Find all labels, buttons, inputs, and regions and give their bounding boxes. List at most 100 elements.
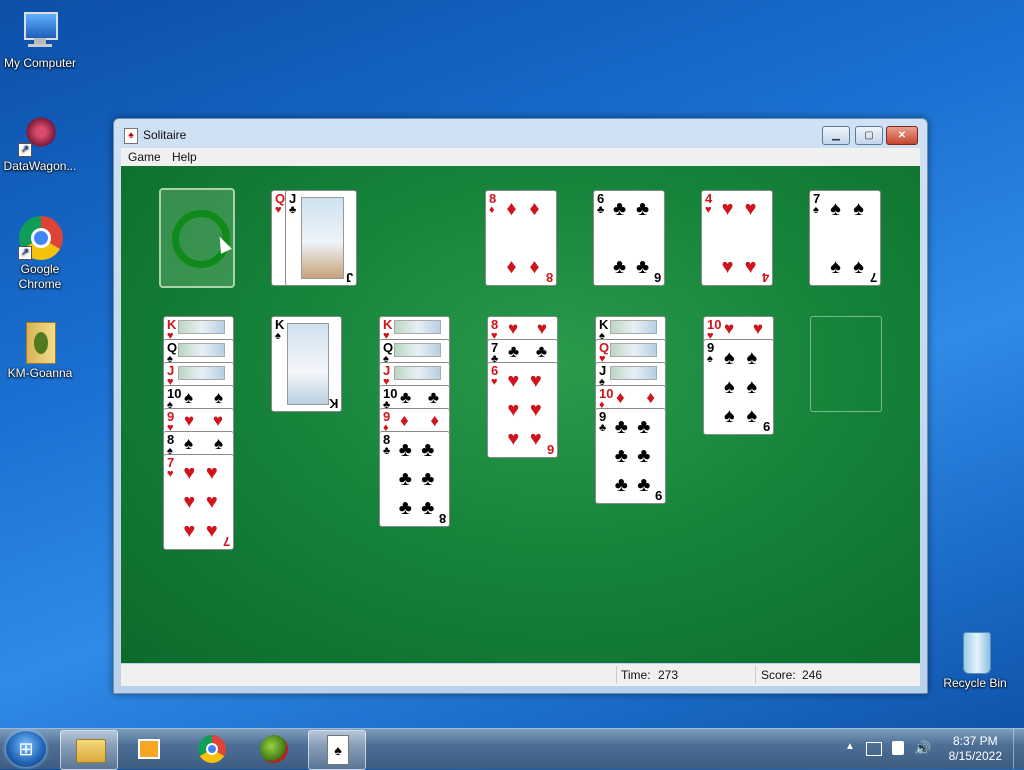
- desktop-icon-recycle-bin[interactable]: Recycle Bin: [935, 630, 1015, 691]
- card-rank-bottom: 7: [869, 270, 877, 285]
- taskbar-chrome[interactable]: [184, 730, 240, 768]
- card-top-pips: ♥ ♥: [724, 319, 763, 338]
- time-value: 273: [658, 668, 679, 682]
- title-bar[interactable]: ♠ Solitaire ▁ ▢ ✕: [114, 119, 927, 149]
- action-center-icon[interactable]: [892, 741, 904, 755]
- volume-icon[interactable]: 🔊: [914, 740, 931, 757]
- card-pips: ♣ ♣ ♣ ♣ ♣ ♣: [614, 416, 651, 496]
- card-rank-bottom: 8: [545, 270, 553, 285]
- desktop-icon-label: KM-Goanna: [7, 366, 73, 380]
- card-rank-bottom: 4: [761, 270, 769, 285]
- clock[interactable]: 8:37 PM 8/15/2022: [949, 734, 1002, 764]
- goanna-icon: [260, 735, 288, 763]
- foundation-pile-2[interactable]: 6 ♣ ♣ ♣ ♣ ♣ 6: [593, 190, 665, 286]
- card-suit: ♣: [597, 204, 605, 216]
- clock-date: 8/15/2022: [948, 749, 1002, 763]
- foundation-pile-3[interactable]: 4 ♥ ♥ ♥ ♥ ♥ 4: [701, 190, 773, 286]
- window-title: Solitaire: [143, 128, 187, 142]
- desktop-icon-google-chrome[interactable]: ↗ Google Chrome: [0, 216, 80, 292]
- tableau-card[interactable]: 7 ♥ ♥ ♥ ♥ ♥ ♥ ♥ 7: [163, 454, 234, 550]
- waste-card-jack[interactable]: J ♣ J: [285, 190, 357, 286]
- clock-time: 8:37 PM: [952, 734, 998, 748]
- card-pips: ♥ ♥ ♥ ♥ ♥ ♥: [183, 462, 218, 542]
- card-rank-bottom: 7: [222, 534, 230, 549]
- card-top-pips: ♦ ♦: [616, 388, 655, 407]
- card-rank-bottom: 8: [438, 511, 446, 526]
- card-pips: ♣ ♣ ♣ ♣: [612, 198, 650, 278]
- desktop-icon-datawagon[interactable]: ↗ DataWagon...: [0, 113, 80, 174]
- card-suit: ♣: [383, 445, 391, 457]
- face-art-strip: [394, 366, 441, 380]
- chrome-icon: ↗: [18, 216, 63, 260]
- solitaire-app-icon: ♠: [124, 128, 138, 144]
- media-player-icon: [138, 739, 160, 759]
- card-top-pips: ♣ ♣: [400, 388, 439, 407]
- card-rank-bottom: K: [328, 396, 338, 411]
- card-top-pips: ♥ ♥: [508, 319, 547, 338]
- desktop-icon-label: My Computer: [3, 56, 77, 70]
- face-art-strip: [178, 343, 225, 357]
- desktop-icon-label: DataWagon...: [3, 159, 77, 173]
- taskbar-media-player[interactable]: [122, 730, 178, 768]
- card-top-pips: ♥ ♥: [184, 411, 223, 430]
- network-icon[interactable]: [866, 742, 882, 756]
- card-top-pips: ♣ ♣: [508, 342, 547, 361]
- desktop-icon-km-goanna[interactable]: KM-Goanna: [0, 320, 80, 381]
- solitaire-window: ♠ Solitaire ▁ ▢ ✕ Game Help Q ♥ J ♣ J 8 …: [113, 118, 928, 694]
- taskbar-solitaire[interactable]: ♠: [308, 730, 366, 770]
- close-button[interactable]: ✕: [886, 126, 918, 145]
- card-suit: ♠: [707, 353, 713, 365]
- computer-icon: [18, 10, 62, 54]
- face-card-art: [287, 323, 329, 405]
- face-art-strip: [178, 320, 225, 334]
- card-rank-bottom: 9: [762, 419, 770, 434]
- taskbar-goanna[interactable]: [246, 730, 302, 768]
- face-art-strip: [610, 366, 657, 380]
- card-suit: ♠: [813, 204, 819, 216]
- card-suit: ♥: [167, 468, 174, 480]
- tableau-card[interactable]: 9 ♠ ♠ ♠ ♠ ♠ ♠ ♠ 9: [703, 339, 774, 435]
- card-pips: ♣ ♣ ♣ ♣ ♣ ♣: [398, 439, 435, 519]
- tableau-card[interactable]: K ♠ K: [271, 316, 342, 412]
- menu-help[interactable]: Help: [172, 150, 197, 164]
- face-art-strip: [178, 366, 225, 380]
- tableau-card[interactable]: 8 ♣ ♣ ♣ ♣ ♣ ♣ ♣ 8: [379, 431, 450, 527]
- score-value: 246: [802, 668, 823, 682]
- menu-game[interactable]: Game: [128, 150, 161, 164]
- desktop-icon-label: Recycle Bin: [943, 676, 1007, 690]
- desktop-icon-my-computer[interactable]: My Computer: [0, 10, 80, 71]
- card-pips: ♠ ♠ ♠ ♠: [830, 198, 864, 278]
- show-desktop-button[interactable]: [1013, 729, 1024, 769]
- foundation-pile-1[interactable]: 8 ♦ ♦ ♦ ♦ ♦ 8: [485, 190, 557, 286]
- card-pips: ♠ ♠ ♠ ♠ ♠ ♠: [723, 347, 758, 427]
- explorer-icon: [76, 739, 106, 763]
- card-suit: ♥: [491, 376, 498, 388]
- face-art-strip: [394, 320, 441, 334]
- card-pips: ♦ ♦ ♦ ♦: [506, 198, 540, 278]
- start-button[interactable]: ⊞: [6, 731, 46, 767]
- tableau-card[interactable]: 9 ♣ ♣ ♣ ♣ ♣ ♣ ♣ 9: [595, 408, 666, 504]
- tray-show-hidden-icon[interactable]: ▲: [845, 741, 855, 752]
- card-suit: ♣: [599, 422, 607, 434]
- score-label: Score:: [761, 668, 796, 682]
- taskbar: ⊞ ♠ ▲ 🔊 8:37 PM 8/15/2022: [0, 728, 1024, 770]
- foundation-pile-4[interactable]: 7 ♠ ♠ ♠ ♠ ♠ 7: [809, 190, 881, 286]
- card-pips: ♥ ♥ ♥ ♥ ♥ ♥: [507, 370, 542, 450]
- maximize-button[interactable]: ▢: [855, 126, 883, 145]
- card-rank-bottom: 6: [653, 270, 661, 285]
- taskbar-explorer[interactable]: [60, 730, 118, 770]
- folder-icon: [18, 320, 62, 364]
- card-suit: ♥: [705, 204, 712, 216]
- card-top-pips: ♠ ♠: [184, 388, 223, 407]
- minimize-button[interactable]: ▁: [822, 126, 850, 145]
- face-art-strip: [394, 343, 441, 357]
- card-top-pips: ♠ ♠: [184, 434, 223, 453]
- menu-bar: Game Help: [121, 148, 920, 166]
- recycle-bin-icon: [953, 630, 997, 674]
- card-suit: ♦: [489, 204, 495, 216]
- card-top-pips: ♦ ♦: [400, 411, 439, 430]
- empty-tableau-slot[interactable]: [810, 316, 882, 412]
- tableau-card[interactable]: 6 ♥ ♥ ♥ ♥ ♥ ♥ ♥ 6: [487, 362, 558, 458]
- status-bar: Time: 273 Score: 246: [121, 664, 920, 686]
- face-art-strip: [610, 343, 657, 357]
